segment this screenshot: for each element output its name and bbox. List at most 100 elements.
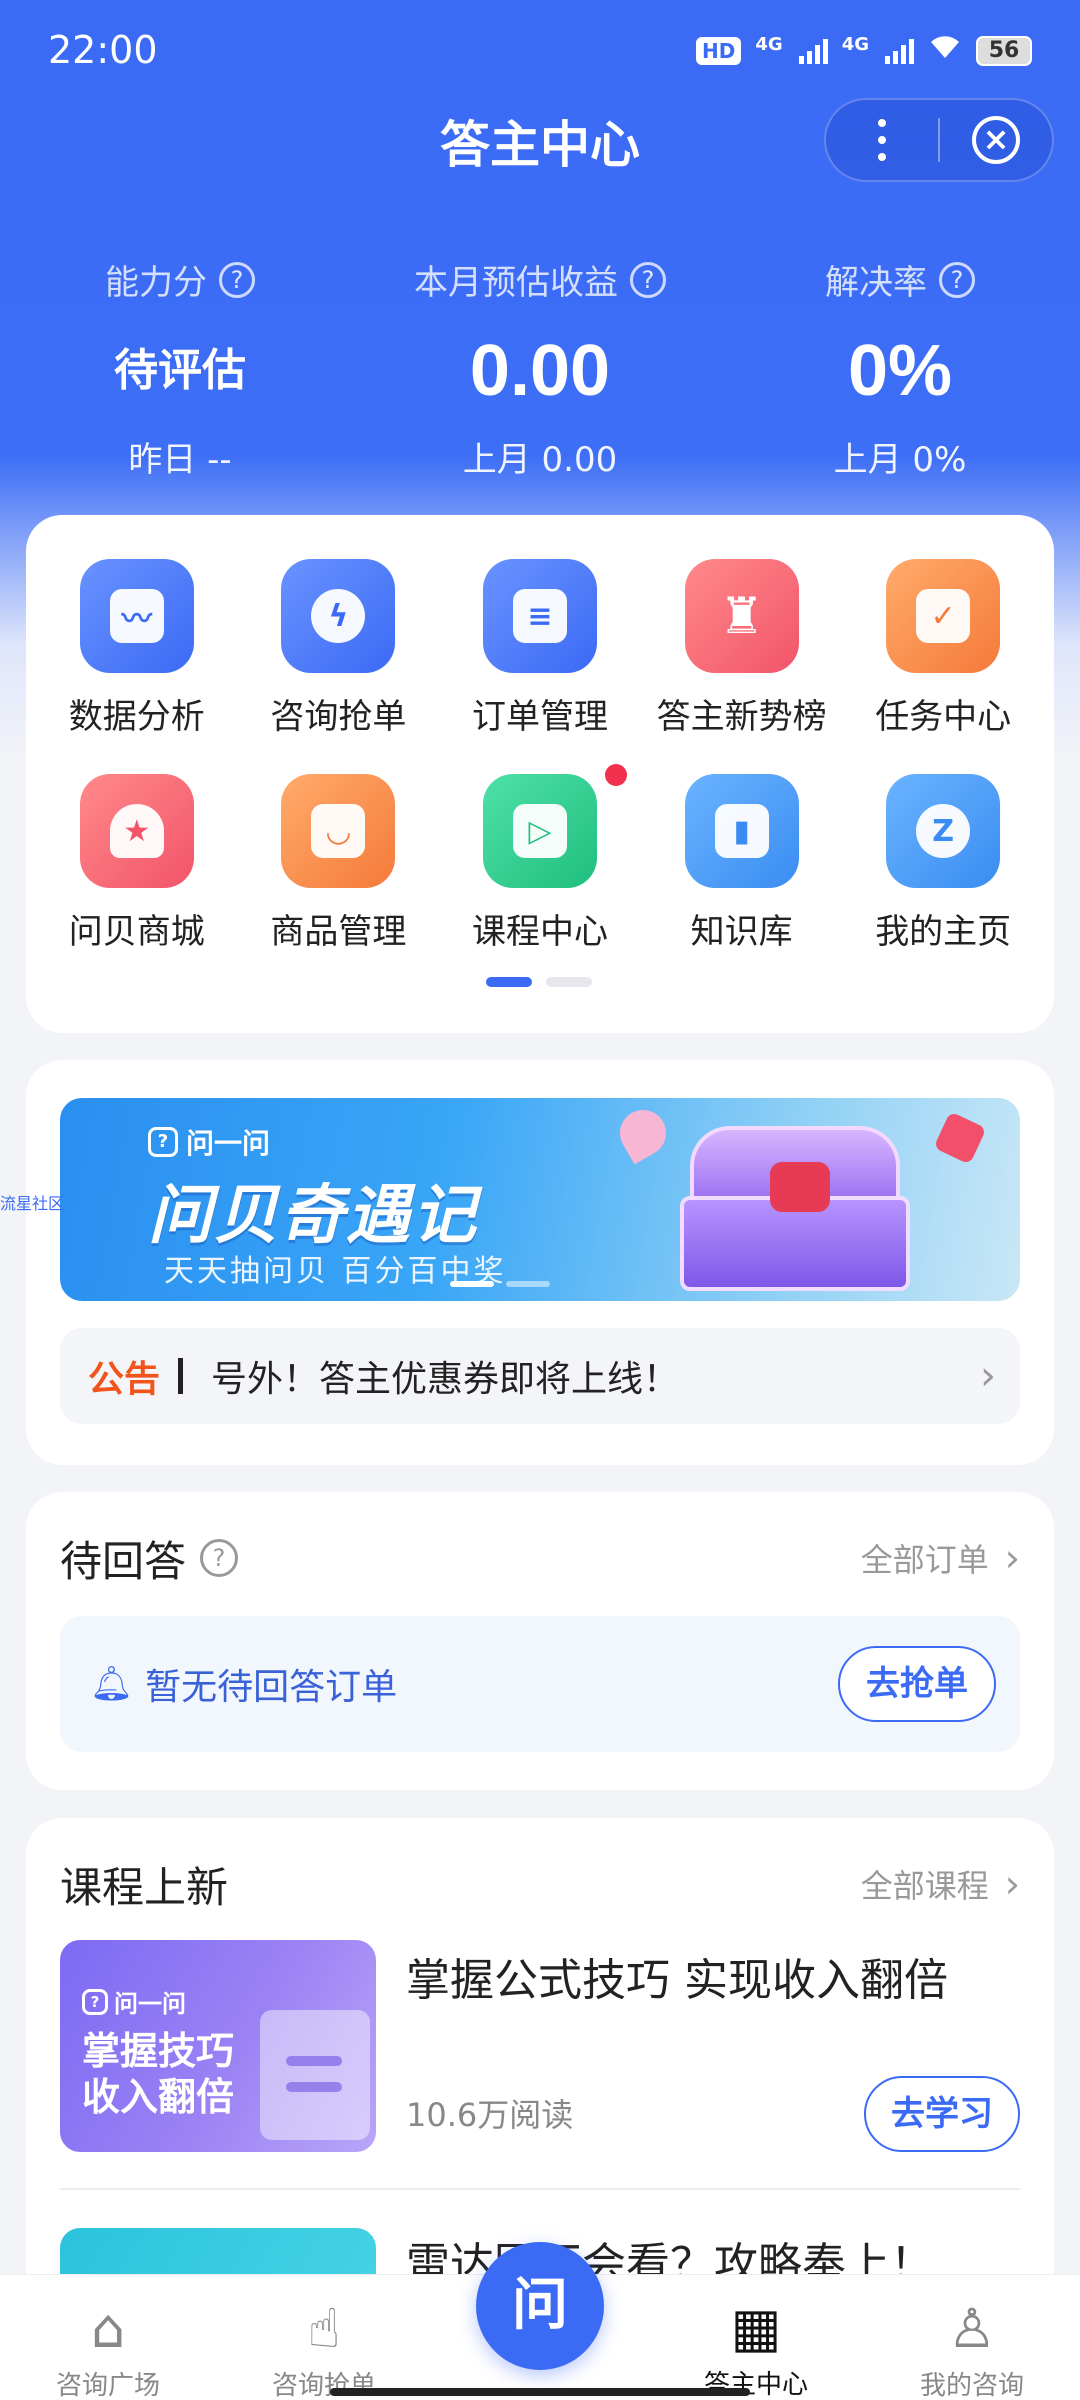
stat-sub: 昨日 -- <box>128 440 232 480</box>
trophy-icon: ♜ <box>684 559 799 673</box>
card-title: 课程上新 <box>60 1862 229 1912</box>
balloon-decoration <box>611 1101 675 1165</box>
menu-item-label: 答主新势榜 <box>656 697 827 737</box>
brand-logo-icon: ? <box>148 1127 178 1157</box>
menu-item-ranking[interactable]: ♜ 答主新势榜 <box>641 559 843 738</box>
brand-logo-icon: ? <box>82 1988 108 2015</box>
stat-monthly-income[interactable]: 本月预估收益? 0.00 上月 0.00 <box>360 255 720 480</box>
nav-consult-square[interactable]: ⌂ 咨询广场 <box>0 2275 216 2400</box>
menu-item-order-management[interactable]: ≡ 订单管理 <box>439 559 641 738</box>
close-button[interactable]: × <box>940 98 1052 182</box>
promo-banner[interactable]: ? 问一问 问贝奇遇记 天天抽问贝 百分百中奖 <box>60 1098 1020 1301</box>
thumb-brand: ? 问一问 <box>82 1984 186 2019</box>
user-icon: ♙ <box>947 2297 997 2360</box>
help-icon[interactable]: ? <box>939 261 975 298</box>
menu-item-knowledge-base[interactable]: ▮ 知识库 <box>641 774 843 953</box>
scroll-icon <box>260 2010 370 2140</box>
all-courses-link[interactable]: 全部课程 › <box>861 1861 1020 1907</box>
menu-item-grab-order[interactable]: ϟ 咨询抢单 <box>238 559 440 738</box>
chevron-right-icon: › <box>1004 1536 1020 1580</box>
card-header: 课程上新 全部课程 › <box>60 1854 1020 1914</box>
shell-icon: ★ <box>79 774 194 888</box>
signal-icon <box>798 38 828 64</box>
banner-card: ? 问一问 问贝奇遇记 天天抽问贝 百分百中奖 公告 号外！答主优惠券即将上线！ … <box>26 1060 1054 1465</box>
house-icon: ⌂ <box>90 2297 126 2360</box>
nav-answerer-center-tab[interactable]: ▦ 答主中心 <box>648 2296 864 2400</box>
star-icon: Z <box>886 774 1001 888</box>
nav-grab-order[interactable]: ☝ 咨询抢单 <box>216 2275 432 2400</box>
more-dots-icon <box>878 119 886 161</box>
all-orders-link[interactable]: 全部订单 › <box>861 1535 1020 1581</box>
bag-icon: ◡ <box>281 774 396 888</box>
hd-icon: HD <box>696 36 742 65</box>
menu-item-shell-mall[interactable]: ★ 问贝商城 <box>36 774 238 953</box>
stats-row: 能力分? 待评估 昨日 -- 本月预估收益? 0.00 上月 0.00 解决率?… <box>0 255 1080 480</box>
menu-item-label: 咨询抢单 <box>270 697 407 737</box>
menu-item-data-analysis[interactable]: 〰 数据分析 <box>36 559 238 738</box>
ask-center-button[interactable]: 问 <box>476 2242 604 2370</box>
nav-label: 我的咨询 <box>919 2371 1024 2400</box>
grid-icon: ▦ <box>730 2296 782 2359</box>
stat-value: 0% <box>847 331 953 411</box>
bell-icon: 🔔︎ <box>90 1664 134 1704</box>
menu-item-label: 课程中心 <box>471 912 608 952</box>
help-icon[interactable]: ? <box>630 261 666 298</box>
status-bar: 22:00 HD 4G 4G 56 <box>0 0 1080 100</box>
pager-dot <box>486 977 532 987</box>
sim2-label: 4G <box>841 34 869 55</box>
menu-pager <box>486 977 592 987</box>
status-icons: HD 4G 4G 56 <box>696 34 1032 67</box>
stat-sub: 上月 0.00 <box>462 440 618 480</box>
task-icon: ✓ <box>886 559 1001 673</box>
menu-item-my-homepage[interactable]: Z 我的主页 <box>842 774 1044 953</box>
divider <box>60 2188 1020 2190</box>
nav-label: 咨询广场 <box>55 2371 160 2400</box>
stat-resolve-rate[interactable]: 解决率? 0% 上月 0% <box>720 255 1080 480</box>
course-title: 掌握公式技巧 实现收入翻倍 <box>406 1955 948 2006</box>
pager-dot <box>546 977 592 987</box>
function-menu-grid: 〰 数据分析 ϟ 咨询抢单 ≡ 订单管理 ♜ 答主新势榜 ✓ 任务中心 ★ 问贝… <box>36 559 1044 953</box>
card-title: 待回答 <box>60 1536 187 1586</box>
signal-icon <box>885 38 914 64</box>
announcement-divider <box>178 1358 184 1394</box>
menu-item-label: 任务中心 <box>875 697 1012 737</box>
nav-my-consult[interactable]: ♙ 我的咨询 <box>864 2275 1080 2400</box>
sim1-label: 4G <box>755 34 783 55</box>
stat-label: 解决率 <box>825 263 927 303</box>
course-item[interactable]: ? 问一问 掌握技巧 收入翻倍 掌握公式技巧 实现收入翻倍 10.6万阅读 去学习 <box>60 1940 1020 2152</box>
announcement-tag: 公告 <box>88 1359 161 1400</box>
stat-ability-score[interactable]: 能力分? 待评估 昨日 -- <box>0 255 360 480</box>
chevron-right-icon: › <box>1004 1862 1020 1906</box>
course-read-count: 10.6万阅读 <box>406 2096 574 2134</box>
help-icon[interactable]: ? <box>200 1539 239 1577</box>
menu-item-label: 问贝商城 <box>68 912 205 952</box>
pending-answers-card: 待回答 ? 全部订单 › 🔔︎ 暂无待回答订单 去抢单 <box>26 1492 1054 1790</box>
menu-item-label: 商品管理 <box>270 912 407 952</box>
stat-label: 本月预估收益 <box>414 263 618 303</box>
menu-item-task-center[interactable]: ✓ 任务中心 <box>842 559 1044 738</box>
menu-item-label: 我的主页 <box>875 912 1012 952</box>
grab-order-button[interactable]: 去抢单 <box>838 1646 996 1722</box>
nav-answerer-center[interactable] <box>630 2275 846 2297</box>
book-icon: ▮ <box>684 774 799 888</box>
menu-item-label: 数据分析 <box>68 697 205 737</box>
menu-item-label: 知识库 <box>690 912 793 952</box>
announcement-bar[interactable]: 公告 号外！答主优惠券即将上线！ › <box>60 1328 1020 1424</box>
menu-item-product-management[interactable]: ◡ 商品管理 <box>238 774 440 953</box>
help-icon[interactable]: ? <box>219 261 255 298</box>
card-header: 待回答 ? 全部订单 › <box>60 1528 1020 1588</box>
course-thumbnail: ? 问一问 掌握技巧 收入翻倍 <box>60 1940 376 2152</box>
tap-hand-icon: ☝ <box>307 2297 341 2360</box>
banner-pager <box>450 1281 550 1287</box>
close-icon: × <box>971 116 1020 164</box>
more-button[interactable] <box>826 98 938 182</box>
home-indicator <box>330 2388 750 2396</box>
menu-item-course-center[interactable]: ▷ 课程中心 <box>439 764 641 953</box>
new-badge-dot <box>604 764 627 786</box>
function-menu-card: 〰 数据分析 ϟ 咨询抢单 ≡ 订单管理 ♜ 答主新势榜 ✓ 任务中心 ★ 问贝… <box>26 515 1054 1033</box>
link-label: 全部课程 <box>860 1867 989 1905</box>
study-button[interactable]: 去学习 <box>864 2076 1020 2152</box>
document-icon: ≡ <box>482 559 597 673</box>
stat-sub: 上月 0% <box>833 440 967 480</box>
chevron-right-icon: › <box>980 1353 996 1399</box>
